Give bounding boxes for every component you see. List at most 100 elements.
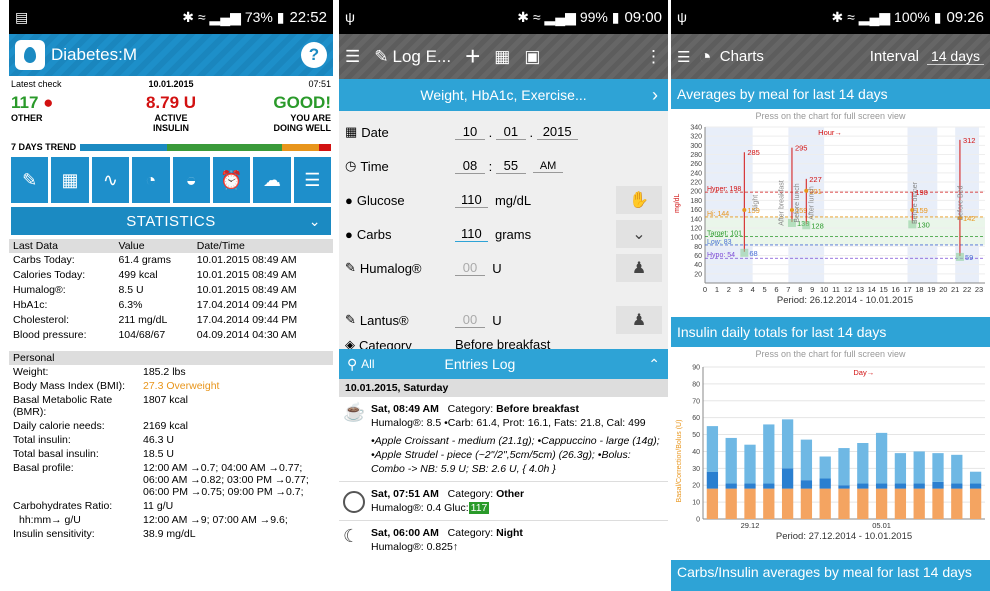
insulin-chart[interactable]: 0 10 20 30 40 50 60 70 80 90 29.12 05.01 Day→ Basal/C… <box>673 361 988 551</box>
table-cell: Calories Today: <box>13 269 86 281</box>
insulin-chart-container[interactable]: Press on the chart for full screen view … <box>671 347 990 560</box>
table-row[interactable]: Carbs Today: 61.4 grams 10.01.2015 08:49 A… <box>9 253 333 268</box>
bar-segment-bolus <box>763 424 775 484</box>
log-entry[interactable]: ☕ Sat, 08:49 AM Category: Before breakfa… <box>339 397 668 482</box>
line-chart-icon[interactable]: ∿ <box>91 157 130 203</box>
circle-icon <box>343 491 365 513</box>
meal-label: Night <box>752 195 759 211</box>
bar-segment-correction <box>894 483 907 489</box>
edit-icon[interactable]: ✎ <box>11 157 49 203</box>
bar-segment-bolus <box>819 456 831 479</box>
table-cell: Blood pressure: <box>13 329 87 341</box>
entries-log-bar[interactable]: ⚲ All Entries Log ⌃ <box>339 349 668 379</box>
statistics-header[interactable]: STATISTICS ⌄ <box>11 207 331 235</box>
meal-label: Before dinner <box>912 181 919 224</box>
table-row[interactable]: Calories Today: 499 kcal 10.01.2015 08:49 … <box>9 268 333 283</box>
averages-chart-container[interactable]: Press on the chart for full screen view … <box>671 109 990 317</box>
person-icon[interactable]: ♟ <box>616 254 662 282</box>
averages-chart[interactable]: 2040608010012014016018020022024026028030… <box>673 123 988 308</box>
pencil-icon: ✎ <box>374 46 389 66</box>
table-row[interactable]: Blood pressure: 104/68/67 04.09.2014 04:30… <box>9 328 333 343</box>
status-message: GOOD! <box>273 93 331 112</box>
settings-sliders-icon[interactable]: ☰ <box>293 157 331 203</box>
filter-all[interactable]: All <box>361 357 374 371</box>
pie-chart-icon[interactable]: ◔ <box>132 157 170 203</box>
chevron-up-icon[interactable]: ⌃ <box>648 356 660 373</box>
hour-input[interactable]: 08 <box>455 158 485 174</box>
add-icon[interactable]: + <box>465 41 480 72</box>
table-row[interactable]: Cholesterol: 211 mg/dL 17.04.2014 09:44 PM <box>9 313 333 328</box>
more-icon[interactable]: ⋮ <box>645 47 662 67</box>
search-icon[interactable]: ⚲ <box>347 356 357 373</box>
menu-icon[interactable]: ☰ <box>345 47 360 67</box>
x-tick-label: 13 <box>856 285 864 294</box>
chevron-right-icon: › <box>652 84 658 105</box>
log-entry[interactable]: ☾ Sat, 06:00 AM Category: Night Humalog®… <box>339 521 668 559</box>
glucose-category: OTHER <box>11 113 43 123</box>
menu-icon[interactable]: ☰ <box>677 48 690 66</box>
hand-icon[interactable]: ✋ <box>616 186 662 214</box>
entry-types-bar[interactable]: Weight, HbA1c, Exercise... › <box>339 79 668 111</box>
active-insulin-label-2: INSULIN <box>152 123 189 133</box>
person-icon[interactable]: ♟ <box>616 306 662 334</box>
entry-category-label: Category: <box>447 488 494 500</box>
table-cell: Carbs Today: <box>13 254 75 266</box>
chevron-down-icon[interactable]: ⌄ <box>616 220 662 248</box>
entry-types: Weight, HbA1c, Exercise... <box>420 87 587 103</box>
y-tick-label: 70 <box>692 398 700 405</box>
max-label: 295 <box>795 144 808 153</box>
item-value: 185.2 lbs <box>143 366 186 378</box>
food-icon[interactable]: ◒ <box>172 157 210 203</box>
avg-label: 142 <box>963 214 976 223</box>
bar-segment-basal <box>875 488 888 519</box>
chevron-down-icon: ⌄ <box>308 212 321 229</box>
grid-icon[interactable]: ▦ <box>51 157 89 203</box>
glucose-input[interactable]: 110 <box>455 192 488 208</box>
target-range-band <box>705 216 985 245</box>
meal-label: After breakfast <box>779 180 786 226</box>
list-item: Carbohydrates Ratio: 11 g/U <box>9 499 333 513</box>
bar-segment-correction <box>875 483 888 489</box>
entry-form: ▦ Date 10 . 01 . 2015 ◷ Time 08 : 55 AM ● G… <box>339 111 668 311</box>
carbs-input[interactable]: 110 <box>455 226 488 242</box>
bar-segment-basal <box>800 488 813 519</box>
cloud-sync-icon[interactable]: ☁ <box>253 157 291 203</box>
humalog-input[interactable]: 00 <box>455 260 485 276</box>
bar-segment-basal <box>725 488 737 519</box>
grid-icon[interactable]: ▦ <box>494 47 510 67</box>
reference-label: Target: 101 <box>707 231 742 238</box>
x-tick-label: 20 <box>939 285 947 294</box>
item-value: 12:00 AM →9; 07:00 AM →9.6; <box>143 514 288 526</box>
month-input[interactable]: 01 <box>495 124 526 140</box>
x-tick-label: 14 <box>868 285 876 294</box>
bar-segment-correction <box>969 483 982 489</box>
item-label: Daily calorie needs: <box>13 420 105 432</box>
save-icon[interactable]: ▣ <box>524 47 540 67</box>
minute-input[interactable]: 55 <box>495 158 526 174</box>
year-input[interactable]: 2015 <box>536 124 578 140</box>
log-entry[interactable]: Sat, 07:51 AM Category: Other Humalog®: … <box>339 482 668 521</box>
item-value: 2169 kcal <box>143 420 188 432</box>
x-tick-label: 05.01 <box>872 521 891 530</box>
table-row[interactable]: Humalog®: 8.5 U 10.01.2015 08:49 AM <box>9 283 333 298</box>
status-time: 09:26 <box>946 8 984 26</box>
alarm-icon[interactable]: ⏰ <box>212 157 251 203</box>
item-label: Body Mass Index (BMI): <box>13 380 126 392</box>
ampm-select[interactable]: AM <box>533 160 564 173</box>
bar-segment-correction <box>744 483 756 489</box>
table-row[interactable]: HbA1c: 6.3% 17.04.2014 09:44 PM <box>9 298 333 313</box>
syringe-icon: ✎ <box>345 312 356 327</box>
list-item: Basal Metabolic Rate (BMR): 1807 kcal <box>9 393 333 419</box>
col-header: Value <box>114 239 193 253</box>
list-item: hh:mm→ g/U 12:00 AM →9; 07:00 AM →9.6; <box>9 513 333 527</box>
bar-segment-correction <box>763 483 775 489</box>
help-button[interactable]: ? <box>301 42 327 68</box>
lantus-input[interactable]: 00 <box>455 312 485 328</box>
trend-segment <box>224 143 282 151</box>
status-time: 09:00 <box>624 8 662 26</box>
trend-segment <box>319 143 331 151</box>
bar-segment-basal <box>857 488 869 519</box>
day-input[interactable]: 10 <box>455 124 485 140</box>
interval-select[interactable]: 14 days <box>926 48 984 65</box>
x-tick-label: 12 <box>844 285 852 294</box>
